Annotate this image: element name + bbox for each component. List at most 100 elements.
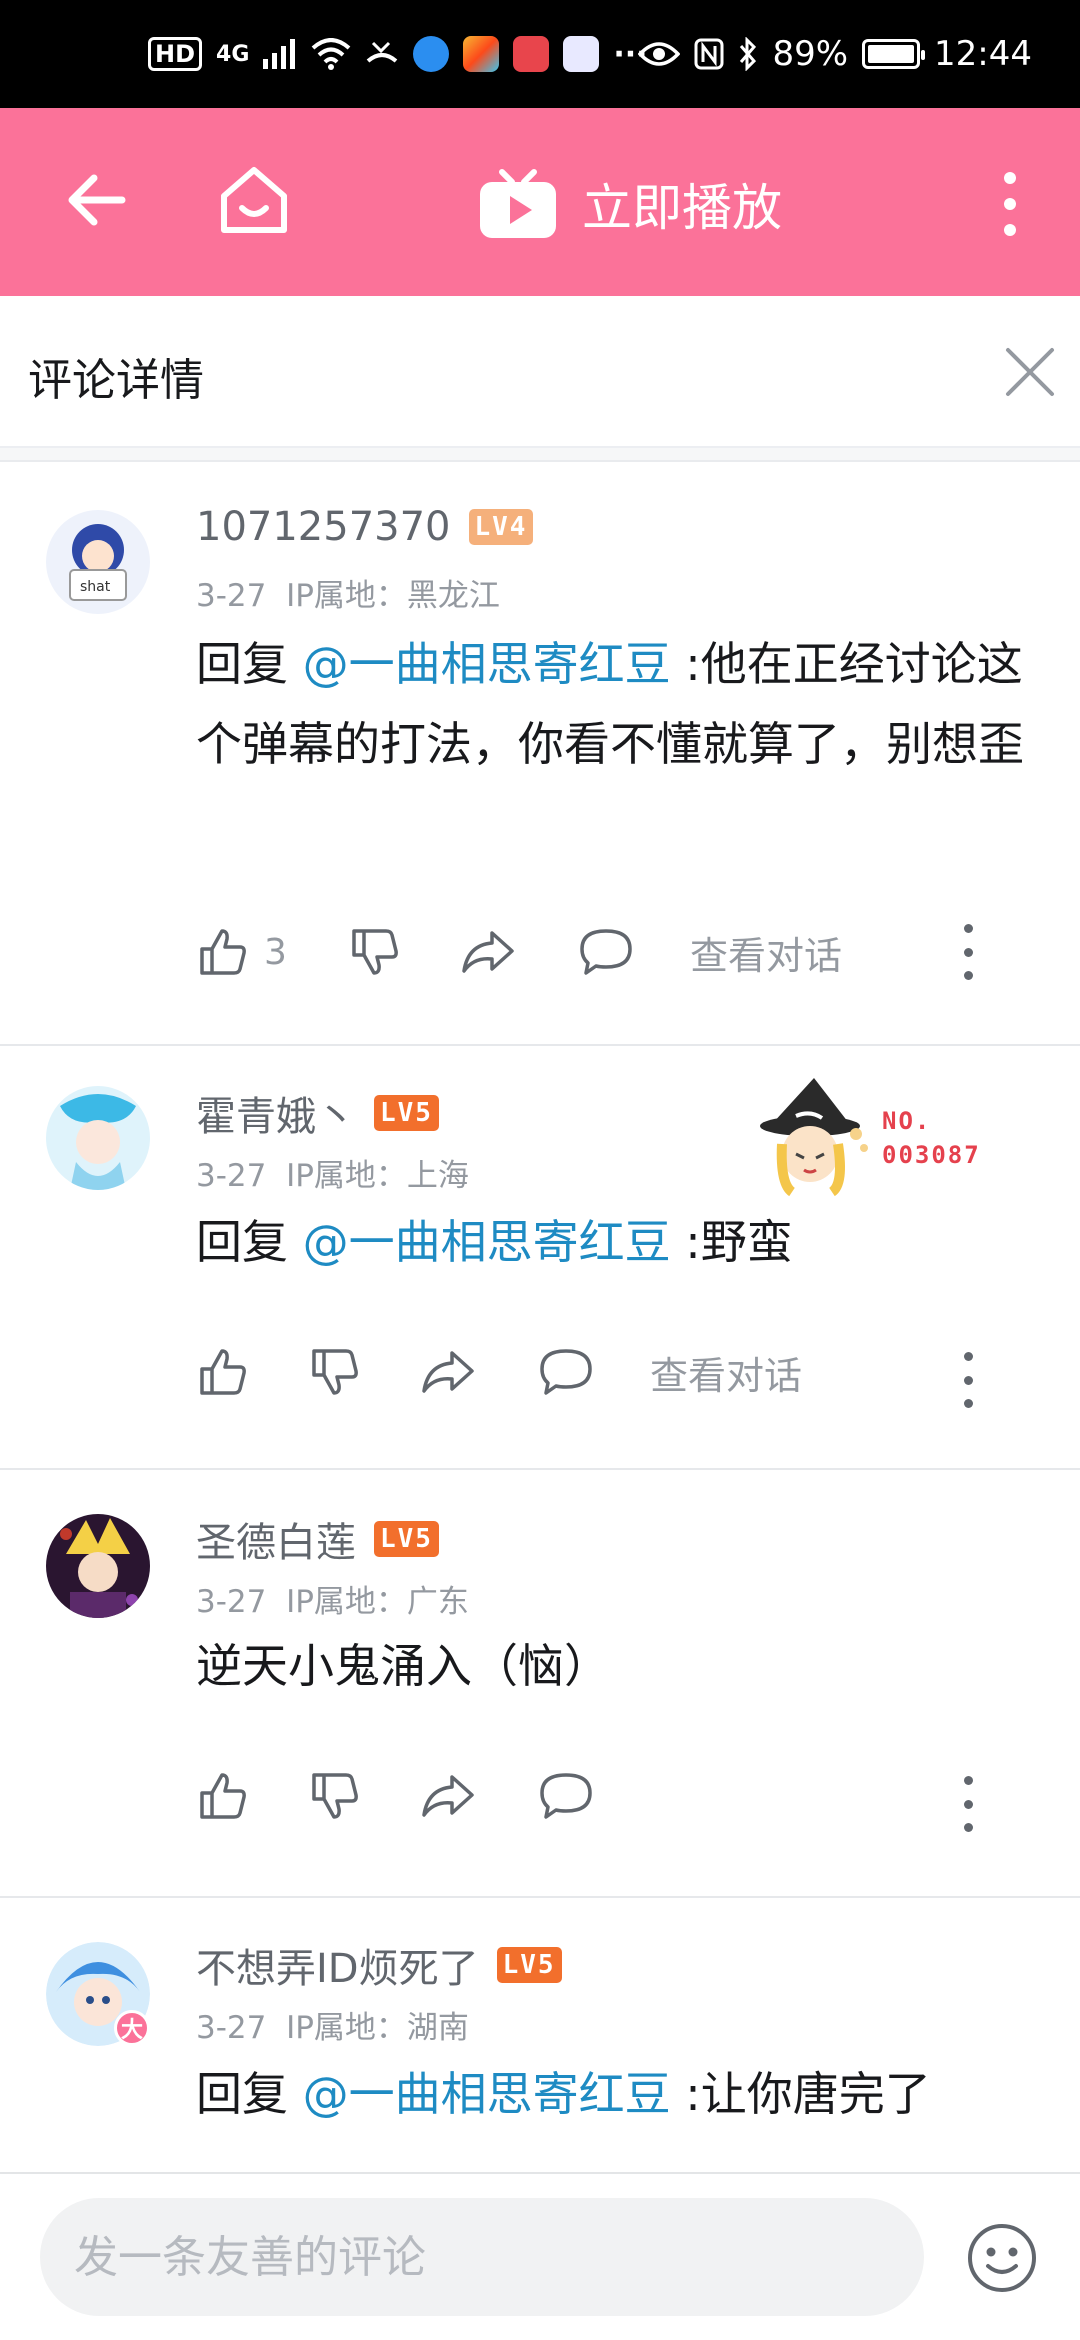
panel-title: 评论详情 [28,355,204,406]
emoji-button[interactable] [966,2222,1038,2294]
battery-percent: 89% [772,34,849,74]
play-now-label: 立即播放 [582,179,782,237]
username-text: 圣德白莲 [196,1520,356,1566]
comment-text: 逆天小鬼涌入（恼） [196,1626,1036,1706]
comment-meta: 3-27 IP属地：上海 [196,1150,469,1195]
thumbs-down-icon [352,929,398,975]
comment-text: 回复 @一曲相思寄红豆 :野蛮 [196,1202,1036,1282]
menu-dot [1004,224,1016,236]
bluetooth-icon [740,37,757,71]
close-button[interactable] [1002,344,1058,400]
dislike-button[interactable] [348,925,460,979]
share-icon [422,1775,474,1817]
mention-link[interactable]: @一曲相思寄红豆 [303,637,671,691]
thumbs-up-icon [200,929,246,975]
status-right: 89% 12:44 [638,0,1032,108]
share-button[interactable] [420,1771,538,1821]
thumbs-up-icon [200,1349,246,1395]
username-text: 霍青娥丶 [196,1094,356,1140]
thumbs-down-icon [312,1349,358,1395]
wifi-icon [312,38,351,70]
user-avatar-image [46,1086,150,1190]
clock: 12:44 [934,34,1032,74]
avatar[interactable] [46,1514,150,1618]
signal-icon [263,39,296,69]
view-dialog-button[interactable]: 查看对话 [650,1345,802,1400]
share-button[interactable] [420,1347,538,1397]
back-button[interactable] [58,158,142,242]
user-avatar-image: shat [46,510,150,614]
comment-item: shat 1071257370 LV4 3-27 IP属地：黑龙江 回复 @一曲… [0,464,1080,1046]
home-button[interactable] [212,158,296,242]
avatar[interactable]: shat [46,510,150,614]
comment-username[interactable]: 不想弄ID烦死了 LV5 [196,1936,562,1994]
section-separator [0,448,1080,462]
like-button[interactable] [196,1769,308,1823]
comment-text: 回复 @一曲相思寄红豆 :他在正经讨论这个弹幕的打法，你看不懂就算了，别想歪 [196,624,1036,784]
comment-meta: 3-27 IP属地：黑龙江 [196,570,500,615]
mention-link[interactable]: @一曲相思寄红豆 [303,2067,671,2121]
home-icon [221,167,287,233]
store-app-icon [463,36,500,72]
battery-icon [862,39,926,69]
user-avatar-image [46,1514,150,1618]
comment-username[interactable]: 1071257370 LV4 [196,504,534,550]
comment-ip-location: IP属地：上海 [286,1158,469,1194]
like-button[interactable]: 3 [196,925,348,979]
comment-ip-location: IP属地：广东 [286,1584,469,1620]
reply-prefix: 回复 [196,1215,303,1269]
avatar[interactable]: 大 [46,1942,150,2046]
chat-bubble-icon [580,929,632,975]
overflow-menu-button[interactable] [990,166,1030,242]
comment-detail-header: 评论详情 [0,296,1080,448]
more-dot [963,924,973,933]
fan-badge-no-value: 003087 [882,1141,981,1169]
comment-username[interactable]: 圣德白莲 LV5 [196,1510,439,1568]
like-button[interactable] [196,1345,308,1399]
more-dot [963,1823,973,1832]
svg-text:shat: shat [80,579,111,595]
comment-date: 3-27 [196,578,267,614]
reply-button[interactable] [538,1771,650,1821]
view-dialog-button[interactable]: 查看对话 [690,925,842,980]
eye-icon [638,42,681,66]
mention-link[interactable]: @一曲相思寄红豆 [303,1215,671,1269]
fan-badge-no-label: NO. [882,1107,932,1135]
battery-fill [868,45,915,63]
reply-prefix: 回复 [196,2067,303,2121]
dislike-button[interactable] [308,1769,420,1823]
comment-more-button[interactable] [956,1776,980,1832]
username-text: 1071257370 [196,504,451,550]
status-bar: HD 4G ··· 89% 12:44 [0,0,1080,108]
share-button[interactable] [460,927,578,977]
reply-button[interactable] [538,1347,650,1397]
comment-date: 3-27 [196,1584,267,1620]
reply-button[interactable] [578,927,690,977]
level-badge: LV5 [374,1095,439,1131]
share-icon [462,931,514,973]
menu-dot [1004,172,1016,184]
comment-body: 逆天小鬼涌入（恼） [196,1639,610,1693]
comment-more-button[interactable] [956,1352,980,1408]
nfc-icon [694,38,724,70]
comment-username[interactable]: 霍青娥丶 LV5 [196,1084,439,1142]
dislike-button[interactable] [308,1345,420,1399]
comment-date: 3-27 [196,2010,267,2046]
level-badge: LV5 [374,1521,439,1557]
more-dot [963,1375,973,1385]
comment-ip-location: IP属地：湖南 [286,2010,469,2046]
comment-more-button[interactable] [956,924,980,980]
close-icon [1006,348,1054,396]
comment-actions: 查看对话 [196,1340,1026,1404]
more-dot [963,1399,973,1408]
fan-badge-number: NO. 003087 [882,1104,981,1172]
comment-input[interactable] [40,2198,924,2316]
browser-app-icon [413,36,450,72]
comment-body: :让你唐完了 [670,2067,931,2121]
play-now-button[interactable]: 立即播放 [478,162,782,246]
comment-meta: 3-27 IP属地：广东 [196,1576,469,1621]
avatar[interactable] [46,1086,150,1190]
reply-prefix: 回复 [196,637,303,691]
more-dot [963,1799,973,1809]
comment-actions [196,1764,1026,1828]
